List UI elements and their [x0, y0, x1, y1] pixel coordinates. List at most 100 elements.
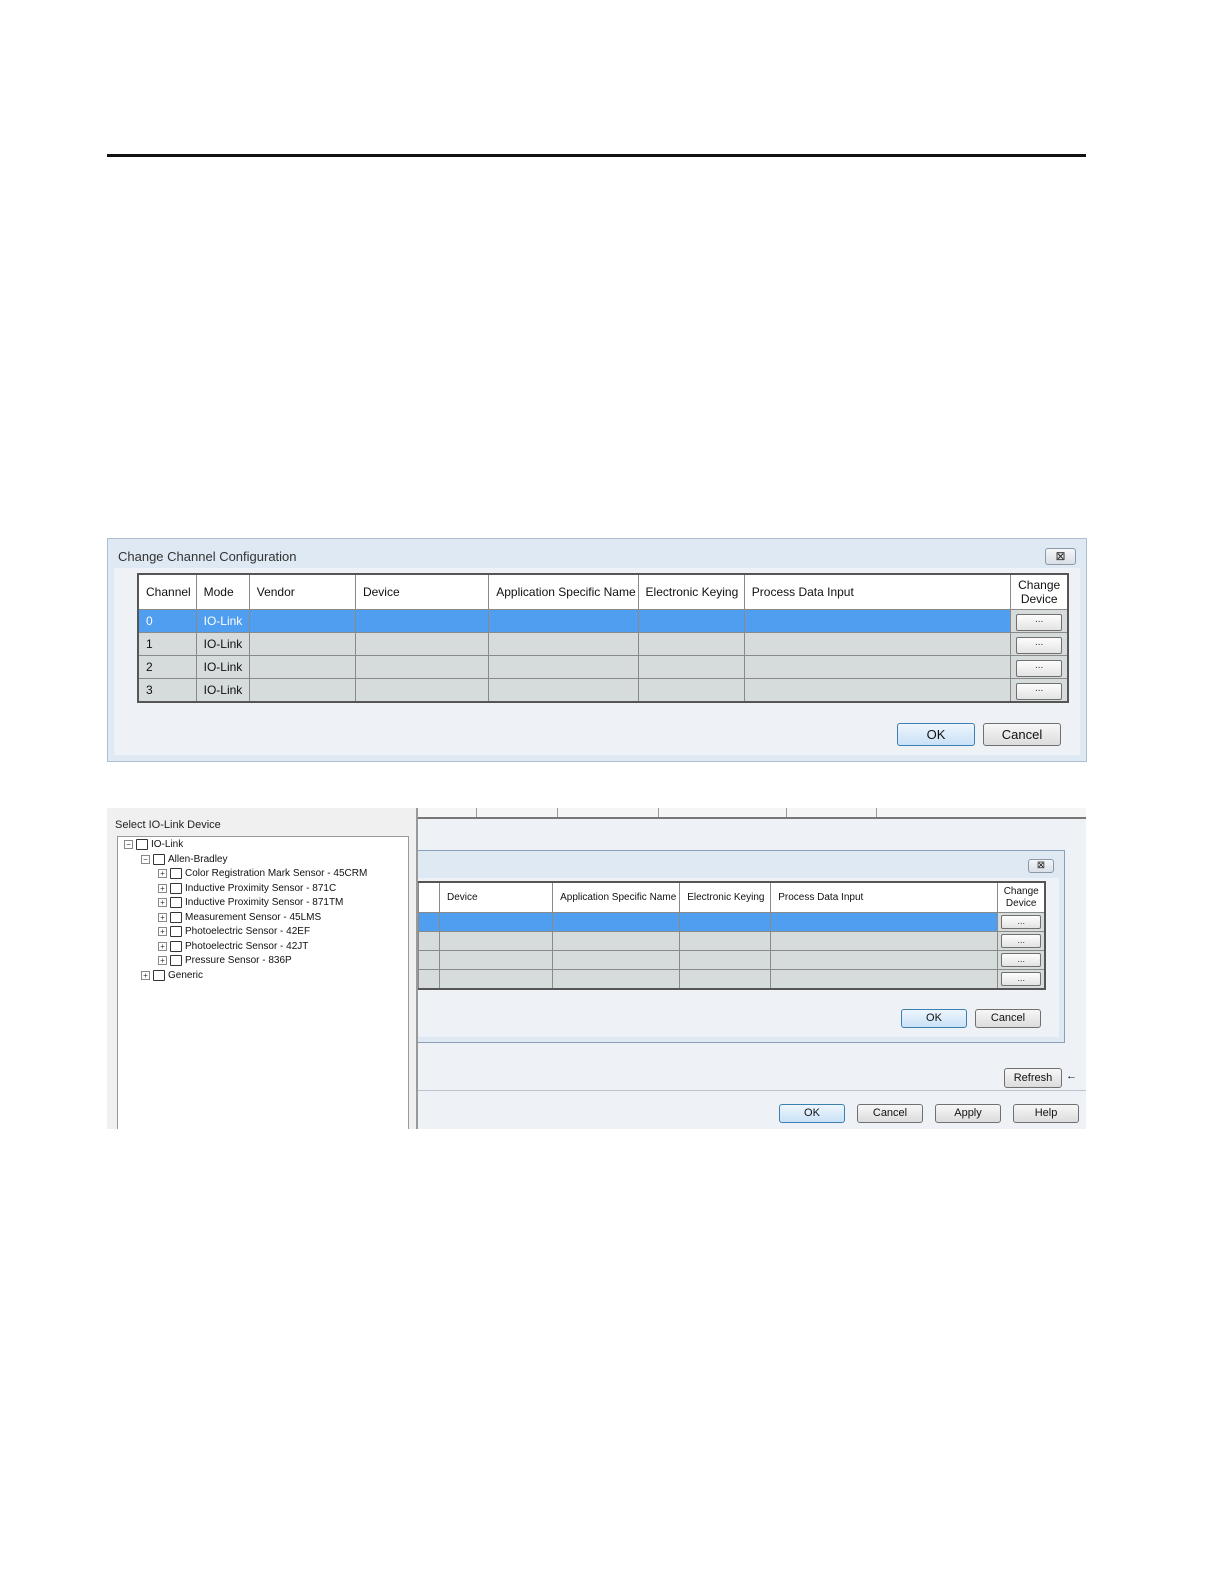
- change-device-button[interactable]: ...: [1016, 637, 1063, 654]
- help-button[interactable]: Help: [1013, 1104, 1079, 1123]
- tree-node-device[interactable]: + Inductive Proximity Sensor - 871TM: [158, 896, 343, 910]
- cancel-button[interactable]: Cancel: [983, 723, 1061, 746]
- change-device-cell: ...: [997, 969, 1046, 990]
- channel-grid: Channel Mode Vendor Device Application S…: [137, 573, 1069, 703]
- tree-node-io-link[interactable]: − IO-Link: [124, 838, 183, 852]
- tree-node-device[interactable]: + Measurement Sensor - 45LMS: [158, 911, 321, 925]
- column-header-device[interactable]: Device: [439, 881, 554, 913]
- table-row[interactable]: 1 IO-Link ...: [137, 632, 1069, 656]
- table-row[interactable]: 2 IO-Link ...: [137, 655, 1069, 679]
- ok-button[interactable]: OK: [901, 1009, 967, 1028]
- vendor-cell: [248, 678, 356, 703]
- table-row[interactable]: ...: [417, 912, 1046, 932]
- change-device-cell: ...: [997, 931, 1046, 951]
- folder-icon: [170, 867, 182, 879]
- column-header-mode[interactable]: Mode: [195, 573, 250, 610]
- tree-node-device[interactable]: + Pressure Sensor - 836P: [158, 954, 292, 968]
- process-data-input-cell: [770, 931, 999, 951]
- expand-icon[interactable]: +: [158, 897, 167, 907]
- application-specific-name-cell: [552, 969, 681, 990]
- expand-icon[interactable]: +: [158, 941, 167, 951]
- column-header-electronic-keying[interactable]: Electronic Keying: [679, 881, 772, 913]
- application-specific-name-cell: [488, 632, 639, 656]
- tree-node-device[interactable]: + Photoelectric Sensor - 42JT: [158, 940, 308, 954]
- tree-node-label: Photoelectric Sensor - 42EF: [185, 926, 311, 937]
- electronic-keying-cell: [679, 950, 772, 970]
- change-device-button[interactable]: ...: [1016, 614, 1063, 631]
- change-device-button[interactable]: ...: [1001, 972, 1042, 986]
- folder-icon: [153, 853, 165, 865]
- device-cell: [354, 632, 490, 656]
- cell: [417, 950, 441, 970]
- cell: [417, 912, 441, 932]
- tree-node-device[interactable]: + Color Registration Mark Sensor - 45CRM: [158, 867, 367, 881]
- collapse-icon[interactable]: −: [124, 839, 133, 849]
- table-row[interactable]: ...: [417, 931, 1046, 951]
- folder-icon: [170, 896, 182, 908]
- device-cell: [354, 609, 490, 633]
- expand-icon[interactable]: +: [158, 868, 167, 878]
- dialog-title: Change Channel Configuration: [118, 549, 297, 564]
- expand-icon[interactable]: +: [158, 912, 167, 922]
- change-device-button[interactable]: ...: [1016, 660, 1063, 677]
- collapse-icon[interactable]: −: [141, 854, 150, 864]
- device-tree: − IO-Link − Allen-Bradley + Color Registrat…: [117, 836, 409, 1129]
- table-row[interactable]: ...: [417, 950, 1046, 970]
- apply-button[interactable]: Apply: [935, 1104, 1001, 1123]
- expand-icon[interactable]: +: [158, 883, 167, 893]
- folder-icon: [170, 954, 182, 966]
- column-header-process-data-input[interactable]: Process Data Input: [743, 573, 1012, 610]
- change-device-cell: ...: [1010, 655, 1069, 679]
- process-data-input-cell: [770, 912, 999, 932]
- application-specific-name-cell: [552, 950, 681, 970]
- column-header-process-data-input[interactable]: Process Data Input: [770, 881, 999, 913]
- column-header-channel[interactable]: Channel: [137, 573, 197, 610]
- tree-node-generic[interactable]: + Generic: [141, 969, 203, 983]
- tree-node-device[interactable]: + Photoelectric Sensor - 42EF: [158, 925, 310, 939]
- electronic-keying-cell: [637, 609, 745, 633]
- ok-button[interactable]: OK: [779, 1104, 845, 1123]
- change-device-button[interactable]: ...: [1001, 934, 1042, 948]
- tree-node-label: Photoelectric Sensor - 42JT: [185, 941, 309, 952]
- table-row[interactable]: 0 IO-Link ...: [137, 609, 1069, 633]
- change-device-button[interactable]: ...: [1001, 915, 1042, 929]
- process-data-input-cell: [743, 609, 1012, 633]
- column-header-cut-off: [417, 881, 441, 913]
- background-grid-edge: [418, 808, 1086, 819]
- ok-button[interactable]: OK: [897, 723, 975, 746]
- column-header-change-device[interactable]: Change Device: [997, 881, 1046, 913]
- change-device-cell: ...: [1010, 678, 1069, 703]
- table-row[interactable]: ...: [417, 969, 1046, 990]
- close-icon[interactable]: ⊠: [1045, 548, 1076, 565]
- expand-icon[interactable]: +: [141, 970, 150, 980]
- channel-cell: 0: [137, 609, 197, 633]
- grid-header-row: Channel Mode Vendor Device Application S…: [137, 573, 1069, 610]
- cancel-button[interactable]: Cancel: [857, 1104, 923, 1123]
- column-header-application-specific-name[interactable]: Application Specific Name: [552, 881, 681, 913]
- expand-icon[interactable]: +: [158, 926, 167, 936]
- change-device-button[interactable]: ...: [1016, 683, 1063, 700]
- cell: [417, 969, 441, 990]
- refresh-button[interactable]: Refresh: [1004, 1068, 1062, 1088]
- table-row[interactable]: 3 IO-Link ...: [137, 678, 1069, 703]
- column-header-application-specific-name[interactable]: Application Specific Name: [488, 573, 639, 610]
- tree-node-allen-bradley[interactable]: − Allen-Bradley: [141, 853, 227, 867]
- change-device-cell: ...: [997, 912, 1046, 932]
- column-header-change-device[interactable]: Change Device: [1010, 573, 1069, 610]
- tree-node-label: Color Registration Mark Sensor - 45CRM: [185, 868, 368, 879]
- column-header-electronic-keying[interactable]: Electronic Keying: [637, 573, 745, 610]
- change-device-cell: ...: [1010, 632, 1069, 656]
- channel-grid-partial: Device Application Specific Name Electro…: [417, 881, 1046, 990]
- folder-icon: [153, 969, 165, 981]
- close-icon[interactable]: ⊠: [1028, 859, 1054, 873]
- column-header-device[interactable]: Device: [354, 573, 490, 610]
- change-device-cell: ...: [997, 950, 1046, 970]
- change-channel-configuration-dialog-partial: ⊠ Device Application Specific Name Elect…: [417, 850, 1065, 1043]
- expand-icon[interactable]: +: [158, 955, 167, 965]
- device-cell: [354, 655, 490, 679]
- column-header-vendor[interactable]: Vendor: [248, 573, 356, 610]
- change-device-button[interactable]: ...: [1001, 953, 1042, 967]
- tree-node-device[interactable]: + Inductive Proximity Sensor - 871C: [158, 882, 336, 896]
- cancel-button[interactable]: Cancel: [975, 1009, 1041, 1028]
- process-data-input-cell: [743, 632, 1012, 656]
